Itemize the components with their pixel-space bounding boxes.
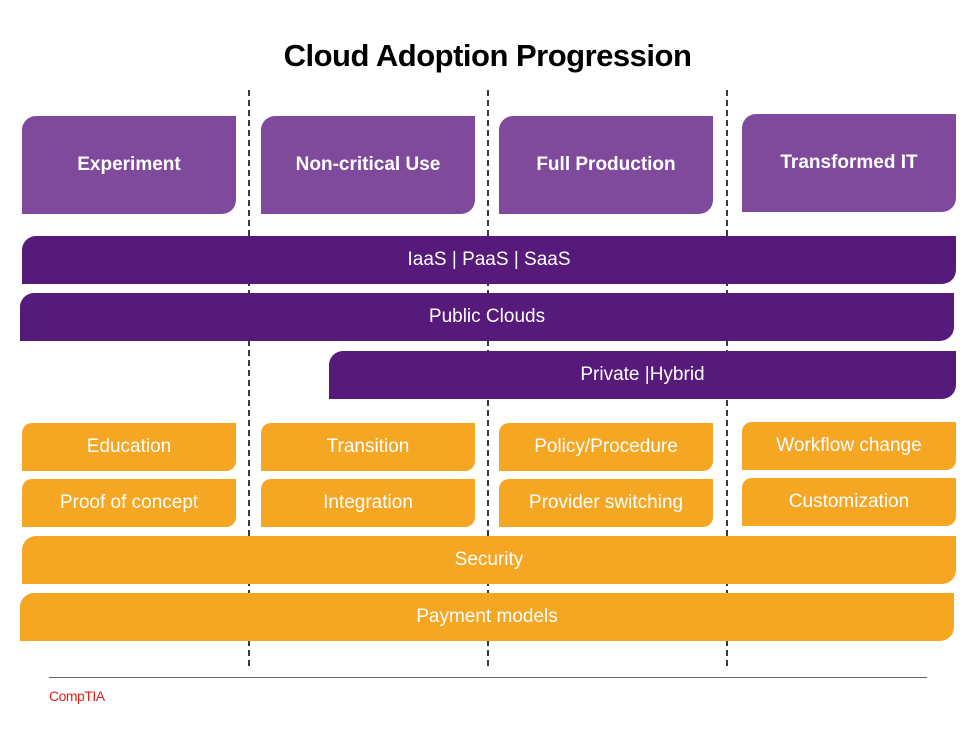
- diagram-title: Cloud Adoption Progression: [283, 38, 692, 73]
- activity-label: Customization: [788, 491, 910, 512]
- footer-divider: [49, 677, 927, 678]
- activity-label: Integration: [323, 492, 413, 513]
- stage-experiment: Experiment: [22, 116, 236, 214]
- activity-label: Provider switching: [528, 492, 684, 513]
- activity-transition: Transition: [261, 423, 475, 471]
- bar-private-hybrid: Private |Hybrid: [329, 351, 956, 399]
- bar-security: Security: [22, 536, 956, 584]
- stage-full-production: Full Production: [499, 116, 713, 214]
- activity-customization: Customization: [742, 478, 956, 526]
- stage-transformed-it: Transformed IT: [742, 114, 956, 212]
- bar-service-models: IaaS | PaaS | SaaS: [22, 236, 956, 284]
- activity-integration: Integration: [261, 479, 475, 527]
- activity-label: Policy/Procedure: [534, 436, 678, 457]
- stage-label: Non-critical Use: [295, 154, 441, 175]
- activity-policy-procedure: Policy/Procedure: [499, 423, 713, 471]
- activity-provider-switching: Provider switching: [499, 479, 713, 527]
- bar-payment-models: Payment models: [20, 593, 954, 641]
- stage-label: Experiment: [77, 154, 181, 175]
- brand-logo: CompTIA: [49, 688, 105, 704]
- activity-education: Education: [22, 423, 236, 471]
- stage-label: Full Production: [536, 154, 676, 175]
- bar-label: Security: [454, 549, 524, 570]
- activity-label: Proof of concept: [59, 492, 199, 513]
- bar-label: Payment models: [416, 606, 558, 627]
- stage-label: Transformed IT: [780, 152, 918, 173]
- activity-label: Education: [86, 436, 172, 457]
- activity-proof-of-concept: Proof of concept: [22, 479, 236, 527]
- activity-workflow-change: Workflow change: [742, 422, 956, 470]
- bar-label: IaaS | PaaS | SaaS: [407, 249, 571, 270]
- bar-public-clouds: Public Clouds: [20, 293, 954, 341]
- stage-non-critical-use: Non-critical Use: [261, 116, 475, 214]
- activity-label: Transition: [326, 436, 410, 457]
- bar-label: Private |Hybrid: [580, 364, 705, 385]
- activity-label: Workflow change: [776, 435, 922, 456]
- bar-label: Public Clouds: [428, 306, 546, 327]
